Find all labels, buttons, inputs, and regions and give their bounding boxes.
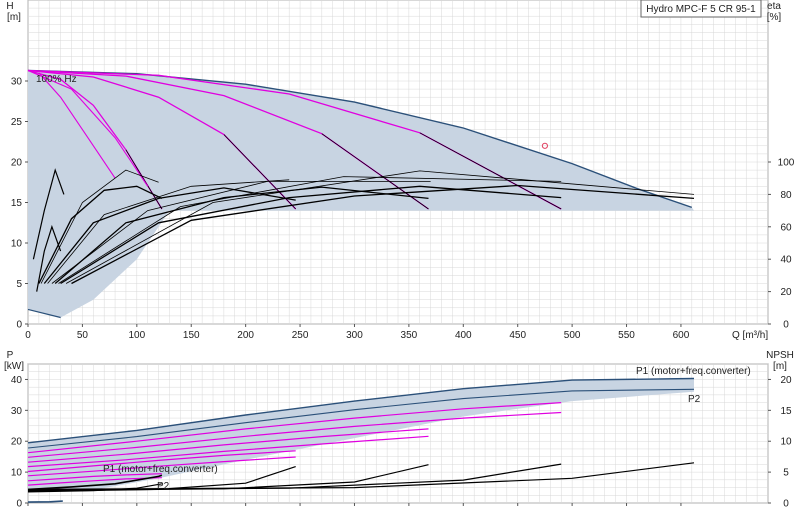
y2-tick-label: 5 (783, 468, 789, 479)
y-tick-label: 0 (16, 320, 22, 331)
y2-tick-label: 20 (780, 375, 792, 386)
y2-axis-symbol: NPSH (766, 350, 794, 361)
y2-tick-label: 0 (783, 320, 789, 331)
legend-p2-right: P2 (688, 394, 701, 405)
y-tick-label: 15 (11, 198, 23, 209)
y-axis-symbol: H (6, 1, 13, 12)
x-tick-label: 350 (401, 330, 418, 341)
y-tick-label: 10 (11, 239, 23, 250)
x-tick-label: 150 (183, 330, 200, 341)
y-axis-symbol: P (7, 350, 14, 361)
x-axis-label: Q [m³/h] (732, 330, 768, 341)
y2-tick-label: 20 (780, 287, 792, 298)
y-tick-label: 5 (16, 279, 22, 290)
y-tick-label: 0 (16, 499, 22, 510)
x-tick-label: 200 (237, 330, 254, 341)
y-tick-label: 25 (11, 117, 23, 128)
y-tick-label: 10 (11, 468, 23, 479)
y2-axis-unit: [m] (773, 361, 787, 372)
annotation-100-hz: 100% Hz (36, 74, 77, 85)
legend-p1-left: P1 (motor+freq.converter) (103, 464, 218, 475)
chart-title: Hydro MPC-F 5 CR 95-1 (646, 4, 756, 15)
y2-axis-symbol: eta (767, 1, 781, 12)
y-tick-label: 40 (11, 375, 23, 386)
legend-p2-left: P2 (157, 481, 170, 492)
y2-tick-label: 60 (780, 222, 792, 233)
y2-tick-label: 80 (780, 190, 792, 201)
x-tick-label: 100 (128, 330, 145, 341)
y-tick-label: 30 (11, 77, 23, 88)
x-tick-label: 550 (618, 330, 635, 341)
pump-performance-chart: 100% Hz0 50 100 150 200 250 300 350 400 450 500 550… (4, 0, 795, 510)
x-tick-label: 50 (77, 330, 89, 341)
x-tick-label: 300 (346, 330, 363, 341)
x-tick-label: 400 (455, 330, 472, 341)
y2-tick-label: 15 (780, 406, 792, 417)
y2-tick-label: 40 (780, 255, 792, 266)
power-plot: P1 (motor+freq.converter) P2 P1 (motor+fre… (4, 350, 794, 510)
x-tick-label: 450 (509, 330, 526, 341)
y2-axis-unit: [%] (767, 12, 782, 23)
y2-tick-label: 10 (780, 437, 792, 448)
y-tick-label: 20 (11, 158, 23, 169)
y-tick-label: 30 (11, 406, 23, 417)
legend-p1-right: P1 (motor+freq.converter) (636, 366, 751, 377)
x-tick-label: 250 (292, 330, 309, 341)
y-tick-label: 20 (11, 437, 23, 448)
x-tick-label: 0 (25, 330, 31, 341)
x-tick-label: 600 (673, 330, 690, 341)
y-axis-unit: [m] (7, 12, 21, 23)
head-plot: 100% Hz0 50 100 150 200 250 300 350 400 450 500 550… (6, 0, 795, 341)
y2-tick-label: 0 (783, 499, 789, 510)
chart-title-box: Hydro MPC-F 5 CR 95-1 (640, 0, 762, 18)
x-tick-label: 500 (564, 330, 581, 341)
y2-tick-label: 100 (778, 158, 795, 169)
p2-small-curve (27, 500, 63, 503)
y-axis-unit: [kW] (4, 361, 24, 372)
